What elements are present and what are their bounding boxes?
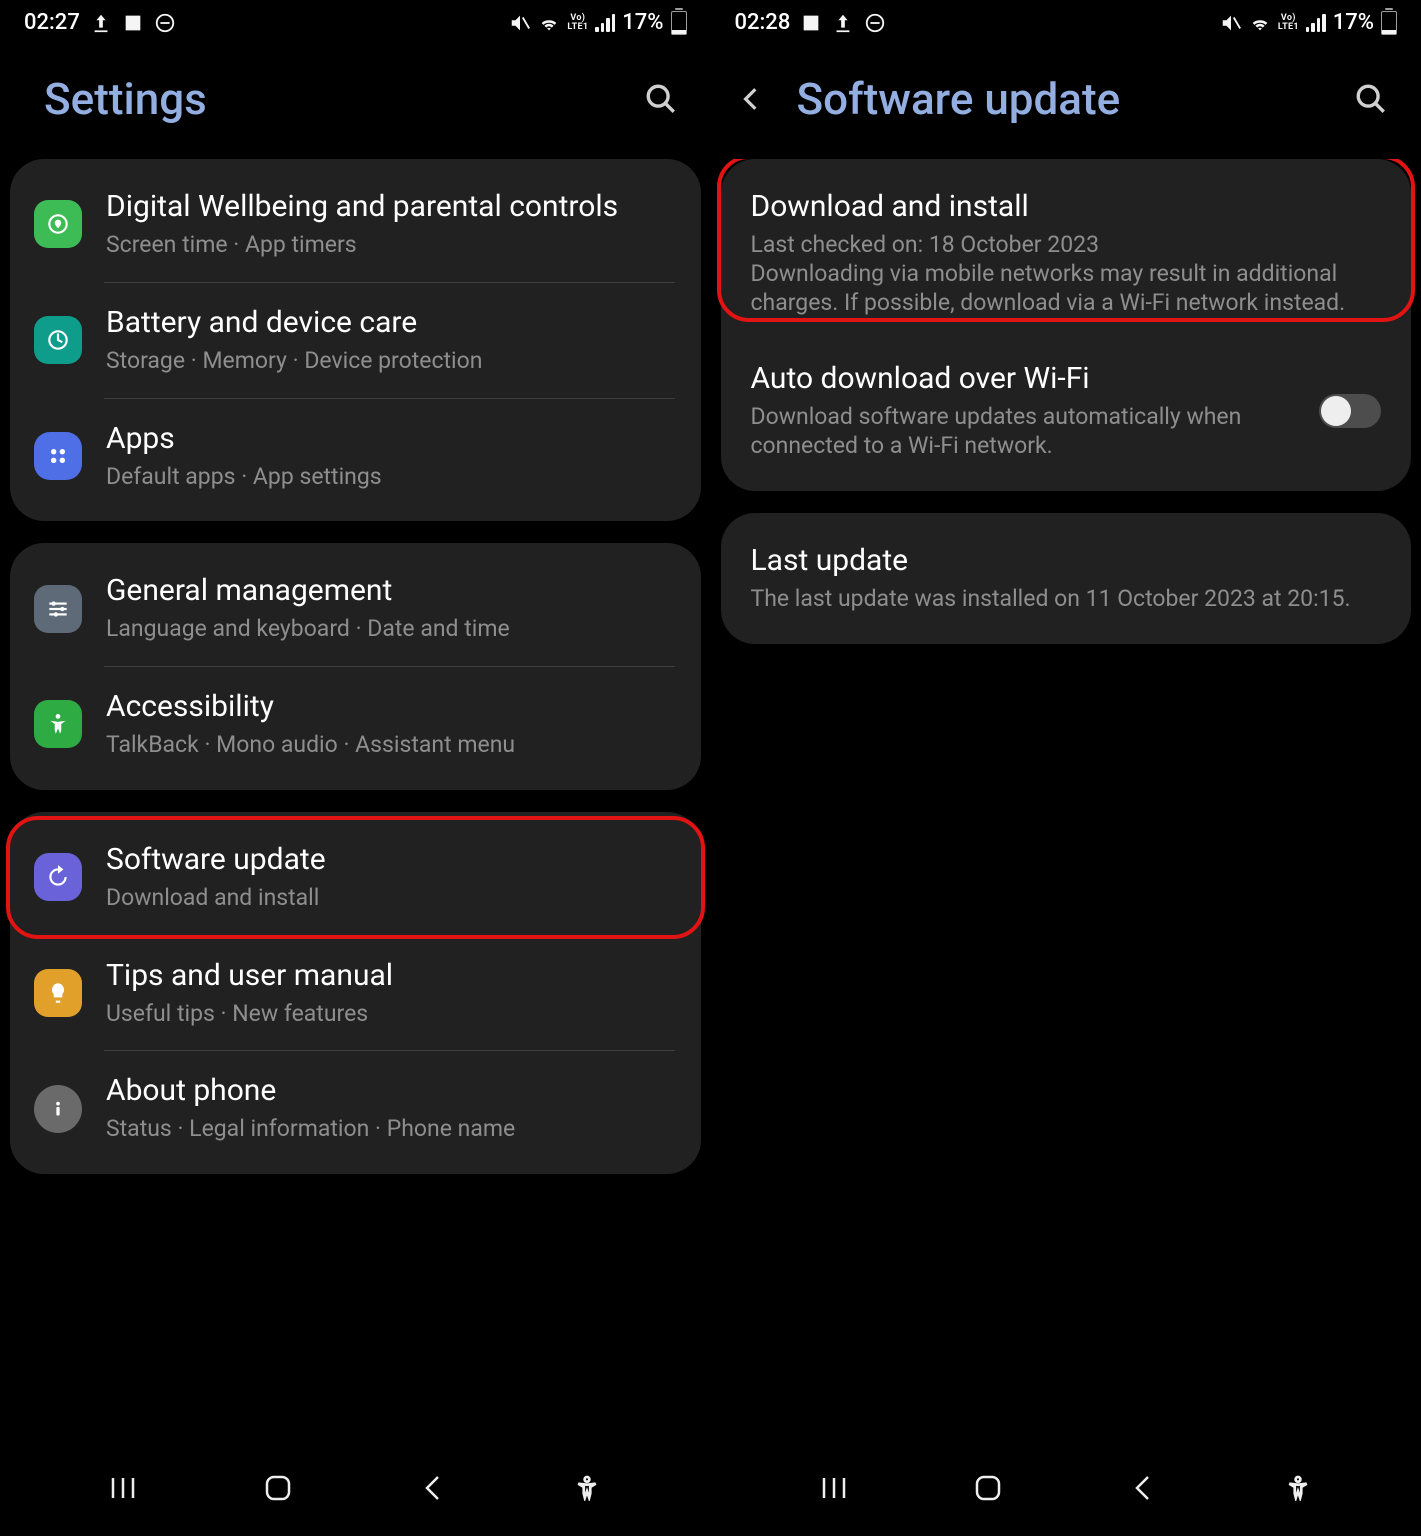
software-update-screen: 02:28 Vo)LTE1 17% Software update — [711, 0, 1421, 1536]
recents-button[interactable] — [814, 1468, 854, 1508]
settings-list: Digital Wellbeing and parental controls … — [0, 159, 711, 1444]
battery-icon — [1381, 11, 1397, 35]
settings-item-title: About phone — [106, 1073, 677, 1109]
settings-item-battery-care[interactable]: Battery and device care Storage · Memory… — [10, 283, 701, 398]
settings-item-title: Software update — [106, 842, 677, 878]
download-and-install[interactable]: Download and install Last checked on: 18… — [721, 167, 1412, 339]
sliders-icon — [34, 585, 82, 633]
dnd-icon — [154, 12, 176, 34]
settings-group: General management Language and keyboard… — [10, 543, 701, 790]
software-update-list: Download and install Last checked on: 18… — [711, 159, 1421, 1444]
settings-item-digital-wellbeing[interactable]: Digital Wellbeing and parental controls … — [10, 167, 701, 282]
settings-item-sub: Useful tips · New features — [106, 1000, 677, 1029]
row-sub: Download software updates automatically … — [751, 403, 1280, 461]
battery-text: 17% — [1333, 10, 1374, 35]
settings-item-tips[interactable]: Tips and user manual Useful tips · New f… — [10, 936, 701, 1051]
row-title: Auto download over Wi-Fi — [751, 361, 1280, 397]
system-nav-bar — [0, 1444, 711, 1536]
software-update-header: Software update — [711, 39, 1421, 159]
settings-item-sub: Download and install — [106, 884, 677, 913]
auto-download-toggle[interactable] — [1319, 394, 1381, 428]
settings-item-title: Tips and user manual — [106, 958, 677, 994]
row-sub: The last update was installed on 11 Octo… — [751, 585, 1382, 614]
update-icon — [34, 853, 82, 901]
apps-icon — [34, 432, 82, 480]
home-button[interactable] — [258, 1468, 298, 1508]
settings-item-sub: Screen time · App timers — [106, 231, 677, 260]
settings-group: Software update Download and install Tip… — [10, 812, 701, 1174]
search-button[interactable] — [641, 79, 681, 119]
accessibility-nav-button[interactable] — [1278, 1468, 1318, 1508]
tips-icon — [34, 969, 82, 1017]
recents-button[interactable] — [103, 1468, 143, 1508]
image-icon — [800, 12, 822, 34]
home-button[interactable] — [968, 1468, 1008, 1508]
signal-icon — [595, 14, 615, 32]
settings-item-sub: Storage · Memory · Device protection — [106, 347, 677, 376]
dnd-icon — [864, 12, 886, 34]
settings-group: Digital Wellbeing and parental controls … — [10, 159, 701, 521]
volte-icon: Vo)LTE1 — [1278, 14, 1299, 32]
status-time: 02:27 — [24, 10, 80, 35]
row-title: Download and install — [751, 189, 1382, 225]
last-update-row[interactable]: Last update The last update was installe… — [721, 521, 1412, 636]
system-nav-bar — [711, 1444, 1421, 1536]
volte-icon: Vo)LTE1 — [567, 14, 588, 32]
info-icon — [34, 1085, 82, 1133]
search-button[interactable] — [1351, 79, 1391, 119]
row-title: Last update — [751, 543, 1382, 579]
status-bar: 02:28 Vo)LTE1 17% — [711, 0, 1421, 39]
back-button[interactable] — [733, 81, 769, 117]
wifi-icon — [1249, 12, 1271, 34]
back-button[interactable] — [1123, 1468, 1163, 1508]
settings-item-title: Battery and device care — [106, 305, 677, 341]
battery-icon — [671, 11, 687, 35]
settings-item-general-management[interactable]: General management Language and keyboard… — [10, 551, 701, 666]
last-update-card: Last update The last update was installe… — [721, 513, 1412, 644]
settings-item-title: Digital Wellbeing and parental controls — [106, 189, 677, 225]
settings-item-apps[interactable]: Apps Default apps · App settings — [10, 399, 701, 514]
battery-text: 17% — [622, 10, 663, 35]
update-options-card: Download and install Last checked on: 18… — [721, 159, 1412, 491]
back-button[interactable] — [413, 1468, 453, 1508]
device-care-icon — [34, 316, 82, 364]
accessibility-icon — [34, 700, 82, 748]
upload-icon — [832, 12, 854, 34]
settings-item-title: Accessibility — [106, 689, 677, 725]
settings-item-title: Apps — [106, 421, 677, 457]
settings-item-sub: Language and keyboard · Date and time — [106, 615, 677, 644]
settings-item-sub: Default apps · App settings — [106, 463, 677, 492]
settings-item-accessibility[interactable]: Accessibility TalkBack · Mono audio · As… — [10, 667, 701, 782]
settings-header: Settings — [0, 39, 711, 159]
mute-icon — [509, 12, 531, 34]
wifi-icon — [538, 12, 560, 34]
auto-download-wifi[interactable]: Auto download over Wi-Fi Download softwa… — [721, 339, 1412, 483]
accessibility-nav-button[interactable] — [567, 1468, 607, 1508]
upload-icon — [90, 12, 112, 34]
status-bar: 02:27 Vo)LTE1 17% — [0, 0, 711, 39]
settings-item-sub: Status · Legal information · Phone name — [106, 1115, 677, 1144]
settings-item-software-update[interactable]: Software update Download and install — [10, 820, 701, 935]
page-title: Software update — [797, 73, 1121, 125]
settings-item-about-phone[interactable]: About phone Status · Legal information ·… — [10, 1051, 701, 1166]
settings-item-title: General management — [106, 573, 677, 609]
image-icon — [122, 12, 144, 34]
status-time: 02:28 — [735, 10, 791, 35]
wellbeing-icon — [34, 200, 82, 248]
settings-item-sub: TalkBack · Mono audio · Assistant menu — [106, 731, 677, 760]
row-sub: Last checked on: 18 October 2023 Downloa… — [751, 231, 1382, 317]
page-title: Settings — [44, 73, 207, 125]
signal-icon — [1306, 14, 1326, 32]
settings-screen: 02:27 Vo)LTE1 17% Settings — [0, 0, 711, 1536]
mute-icon — [1220, 12, 1242, 34]
